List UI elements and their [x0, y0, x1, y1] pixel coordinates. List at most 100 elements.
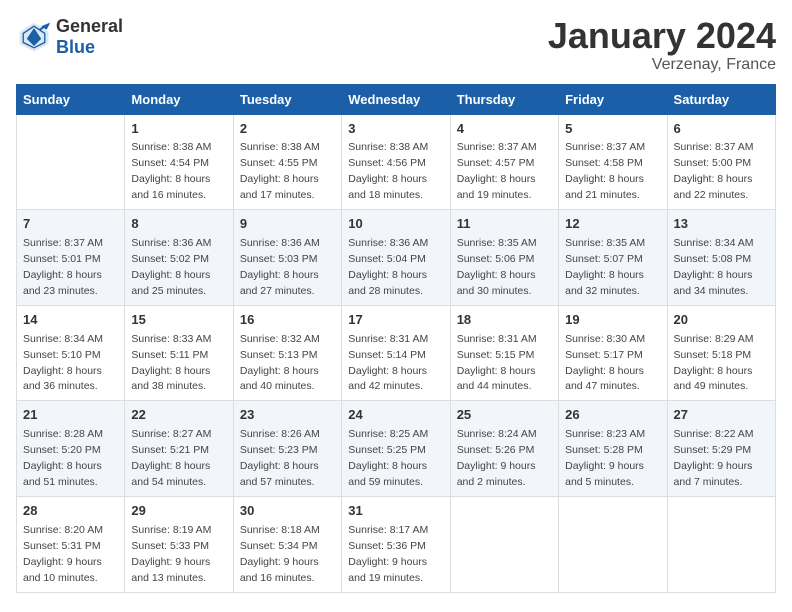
- day-number: 5: [565, 120, 660, 139]
- cell-info: Sunrise: 8:37 AMSunset: 4:57 PMDaylight:…: [457, 141, 537, 201]
- cell-info: Sunrise: 8:23 AMSunset: 5:28 PMDaylight:…: [565, 428, 645, 488]
- day-number: 4: [457, 120, 552, 139]
- logo-blue: Blue: [56, 37, 95, 57]
- calendar-cell: 22Sunrise: 8:27 AMSunset: 5:21 PMDayligh…: [125, 401, 233, 497]
- day-number: 24: [348, 406, 443, 425]
- logo-general: General: [56, 16, 123, 36]
- day-number: 9: [240, 215, 335, 234]
- day-number: 2: [240, 120, 335, 139]
- calendar-header-row: SundayMondayTuesdayWednesdayThursdayFrid…: [17, 84, 776, 114]
- cell-info: Sunrise: 8:38 AMSunset: 4:56 PMDaylight:…: [348, 141, 428, 201]
- calendar-cell: 4 Sunrise: 8:37 AMSunset: 4:57 PMDaylight…: [450, 114, 558, 210]
- day-number: 29: [131, 502, 226, 521]
- cell-info: Sunrise: 8:17 AMSunset: 5:36 PMDaylight:…: [348, 524, 428, 584]
- day-number: 19: [565, 311, 660, 330]
- cell-info: Sunrise: 8:24 AMSunset: 5:26 PMDaylight:…: [457, 428, 537, 488]
- cell-info: Sunrise: 8:34 AMSunset: 5:08 PMDaylight:…: [674, 237, 754, 297]
- calendar-cell: 9 Sunrise: 8:36 AMSunset: 5:03 PMDaylight…: [233, 210, 341, 306]
- cell-info: Sunrise: 8:18 AMSunset: 5:34 PMDaylight:…: [240, 524, 320, 584]
- day-number: 25: [457, 406, 552, 425]
- cell-info: Sunrise: 8:31 AMSunset: 5:14 PMDaylight:…: [348, 333, 428, 393]
- calendar-cell: 23 Sunrise: 8:26 AMSunset: 5:23 PMDayligh…: [233, 401, 341, 497]
- day-number: 15: [131, 311, 226, 330]
- cell-info: Sunrise: 8:37 AMSunset: 5:01 PMDaylight:…: [23, 237, 103, 297]
- week-row-2: 7 Sunrise: 8:37 AMSunset: 5:01 PMDaylight…: [17, 210, 776, 306]
- calendar-cell: 26 Sunrise: 8:23 AMSunset: 5:28 PMDayligh…: [559, 401, 667, 497]
- day-number: 16: [240, 311, 335, 330]
- calendar-cell: 5 Sunrise: 8:37 AMSunset: 4:58 PMDaylight…: [559, 114, 667, 210]
- day-number: 12: [565, 215, 660, 234]
- calendar-cell: 13 Sunrise: 8:34 AMSunset: 5:08 PMDayligh…: [667, 210, 775, 306]
- calendar-cell: 2 Sunrise: 8:38 AMSunset: 4:55 PMDaylight…: [233, 114, 341, 210]
- day-number: 7: [23, 215, 118, 234]
- day-number: 6: [674, 120, 769, 139]
- day-number: 14: [23, 311, 118, 330]
- cell-info: Sunrise: 8:25 AMSunset: 5:25 PMDaylight:…: [348, 428, 428, 488]
- calendar-cell: 3 Sunrise: 8:38 AMSunset: 4:56 PMDaylight…: [342, 114, 450, 210]
- header-friday: Friday: [559, 84, 667, 114]
- week-row-1: 1Sunrise: 8:38 AMSunset: 4:54 PMDaylight…: [17, 114, 776, 210]
- cell-info: Sunrise: 8:38 AMSunset: 4:55 PMDaylight:…: [240, 141, 320, 201]
- day-number: 23: [240, 406, 335, 425]
- calendar-cell: 12Sunrise: 8:35 AMSunset: 5:07 PMDayligh…: [559, 210, 667, 306]
- header-thursday: Thursday: [450, 84, 558, 114]
- cell-info: Sunrise: 8:22 AMSunset: 5:29 PMDaylight:…: [674, 428, 754, 488]
- calendar-cell: [450, 496, 558, 592]
- cell-info: Sunrise: 8:26 AMSunset: 5:23 PMDaylight:…: [240, 428, 320, 488]
- day-number: 30: [240, 502, 335, 521]
- calendar-cell: 14Sunrise: 8:34 AMSunset: 5:10 PMDayligh…: [17, 305, 125, 401]
- calendar-cell: 16 Sunrise: 8:32 AMSunset: 5:13 PMDayligh…: [233, 305, 341, 401]
- calendar-cell: 24 Sunrise: 8:25 AMSunset: 5:25 PMDayligh…: [342, 401, 450, 497]
- day-number: 31: [348, 502, 443, 521]
- calendar-cell: 30 Sunrise: 8:18 AMSunset: 5:34 PMDayligh…: [233, 496, 341, 592]
- page-header: General Blue January 2024 Verzenay, Fran…: [16, 16, 776, 74]
- calendar-cell: 21 Sunrise: 8:28 AMSunset: 5:20 PMDayligh…: [17, 401, 125, 497]
- day-number: 21: [23, 406, 118, 425]
- header-saturday: Saturday: [667, 84, 775, 114]
- calendar-cell: 11Sunrise: 8:35 AMSunset: 5:06 PMDayligh…: [450, 210, 558, 306]
- cell-info: Sunrise: 8:32 AMSunset: 5:13 PMDaylight:…: [240, 333, 320, 393]
- cell-info: Sunrise: 8:29 AMSunset: 5:18 PMDaylight:…: [674, 333, 754, 393]
- cell-info: Sunrise: 8:19 AMSunset: 5:33 PMDaylight:…: [131, 524, 211, 584]
- cell-info: Sunrise: 8:37 AMSunset: 5:00 PMDaylight:…: [674, 141, 754, 201]
- day-number: 22: [131, 406, 226, 425]
- day-number: 26: [565, 406, 660, 425]
- day-number: 10: [348, 215, 443, 234]
- calendar-cell: 27 Sunrise: 8:22 AMSunset: 5:29 PMDayligh…: [667, 401, 775, 497]
- week-row-4: 21 Sunrise: 8:28 AMSunset: 5:20 PMDayligh…: [17, 401, 776, 497]
- day-number: 17: [348, 311, 443, 330]
- calendar-cell: [559, 496, 667, 592]
- calendar-cell: 29 Sunrise: 8:19 AMSunset: 5:33 PMDayligh…: [125, 496, 233, 592]
- cell-info: Sunrise: 8:28 AMSunset: 5:20 PMDaylight:…: [23, 428, 103, 488]
- calendar-cell: 15Sunrise: 8:33 AMSunset: 5:11 PMDayligh…: [125, 305, 233, 401]
- calendar-cell: 8Sunrise: 8:36 AMSunset: 5:02 PMDaylight…: [125, 210, 233, 306]
- calendar-cell: 10Sunrise: 8:36 AMSunset: 5:04 PMDayligh…: [342, 210, 450, 306]
- calendar-cell: [667, 496, 775, 592]
- week-row-5: 28Sunrise: 8:20 AMSunset: 5:31 PMDayligh…: [17, 496, 776, 592]
- day-number: 3: [348, 120, 443, 139]
- calendar-cell: 31 Sunrise: 8:17 AMSunset: 5:36 PMDayligh…: [342, 496, 450, 592]
- day-number: 20: [674, 311, 769, 330]
- calendar-cell: 19 Sunrise: 8:30 AMSunset: 5:17 PMDayligh…: [559, 305, 667, 401]
- logo-icon: [16, 19, 52, 55]
- cell-info: Sunrise: 8:36 AMSunset: 5:02 PMDaylight:…: [131, 237, 211, 297]
- calendar-cell: 25 Sunrise: 8:24 AMSunset: 5:26 PMDayligh…: [450, 401, 558, 497]
- cell-info: Sunrise: 8:37 AMSunset: 4:58 PMDaylight:…: [565, 141, 645, 201]
- header-sunday: Sunday: [17, 84, 125, 114]
- header-monday: Monday: [125, 84, 233, 114]
- calendar-cell: [17, 114, 125, 210]
- cell-info: Sunrise: 8:30 AMSunset: 5:17 PMDaylight:…: [565, 333, 645, 393]
- cell-info: Sunrise: 8:36 AMSunset: 5:03 PMDaylight:…: [240, 237, 320, 297]
- week-row-3: 14Sunrise: 8:34 AMSunset: 5:10 PMDayligh…: [17, 305, 776, 401]
- day-number: 18: [457, 311, 552, 330]
- cell-info: Sunrise: 8:31 AMSunset: 5:15 PMDaylight:…: [457, 333, 537, 393]
- title-area: January 2024 Verzenay, France: [548, 16, 776, 74]
- day-number: 28: [23, 502, 118, 521]
- day-number: 1: [131, 120, 226, 139]
- calendar-cell: 18 Sunrise: 8:31 AMSunset: 5:15 PMDayligh…: [450, 305, 558, 401]
- month-title: January 2024: [548, 16, 776, 56]
- day-number: 13: [674, 215, 769, 234]
- logo: General Blue: [16, 16, 123, 58]
- calendar-cell: 20 Sunrise: 8:29 AMSunset: 5:18 PMDayligh…: [667, 305, 775, 401]
- day-number: 27: [674, 406, 769, 425]
